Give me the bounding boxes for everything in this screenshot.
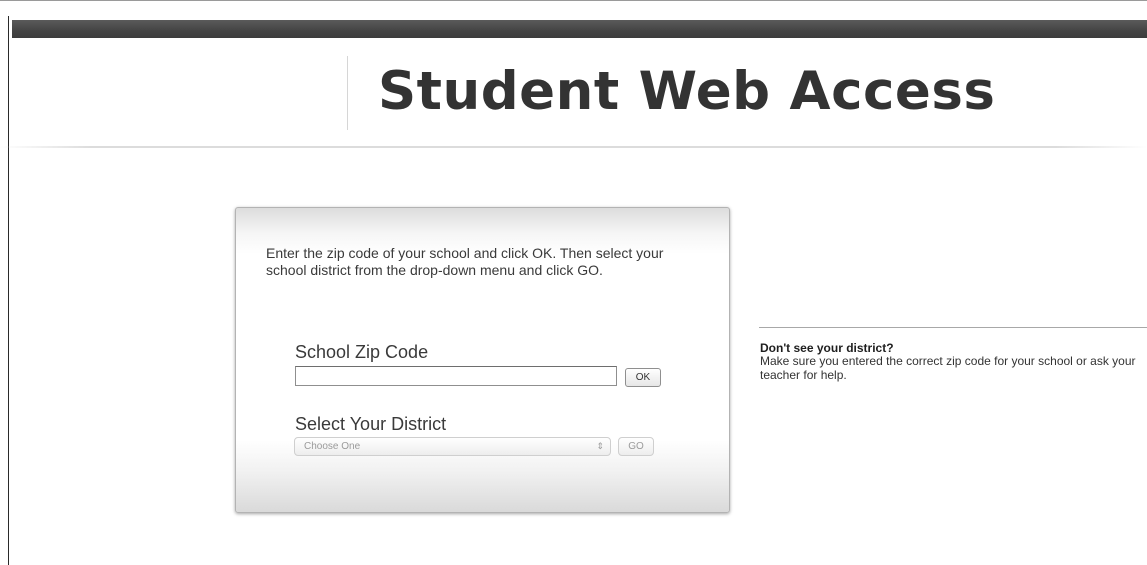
left-border [8, 16, 9, 565]
district-lookup-panel: Enter the zip code of your school and cl… [235, 207, 730, 513]
ok-button[interactable]: OK [625, 368, 661, 387]
page-title: Student Web Access [378, 61, 996, 122]
page: Student Web Access Enter the zip code of… [0, 0, 1147, 565]
updown-arrows-icon: ⇕ [596, 441, 604, 451]
district-select-value: Choose One [304, 441, 361, 452]
window-top-edge [0, 0, 1147, 17]
district-label: Select Your District [295, 414, 447, 434]
top-navigation-bar [12, 20, 1147, 38]
header-divider [347, 56, 348, 130]
help-title: Don't see your district? [760, 341, 894, 355]
instructions-text: Enter the zip code of your school and cl… [266, 245, 664, 278]
district-select[interactable]: Choose One ⇕ [294, 437, 611, 456]
zip-code-input[interactable] [295, 366, 617, 386]
help-divider [759, 327, 1147, 328]
go-button[interactable]: GO [618, 437, 654, 456]
help-text: Make sure you entered the correct zip co… [760, 354, 1136, 382]
zip-code-label: School Zip Code [295, 342, 429, 362]
header-rule [0, 146, 1147, 148]
